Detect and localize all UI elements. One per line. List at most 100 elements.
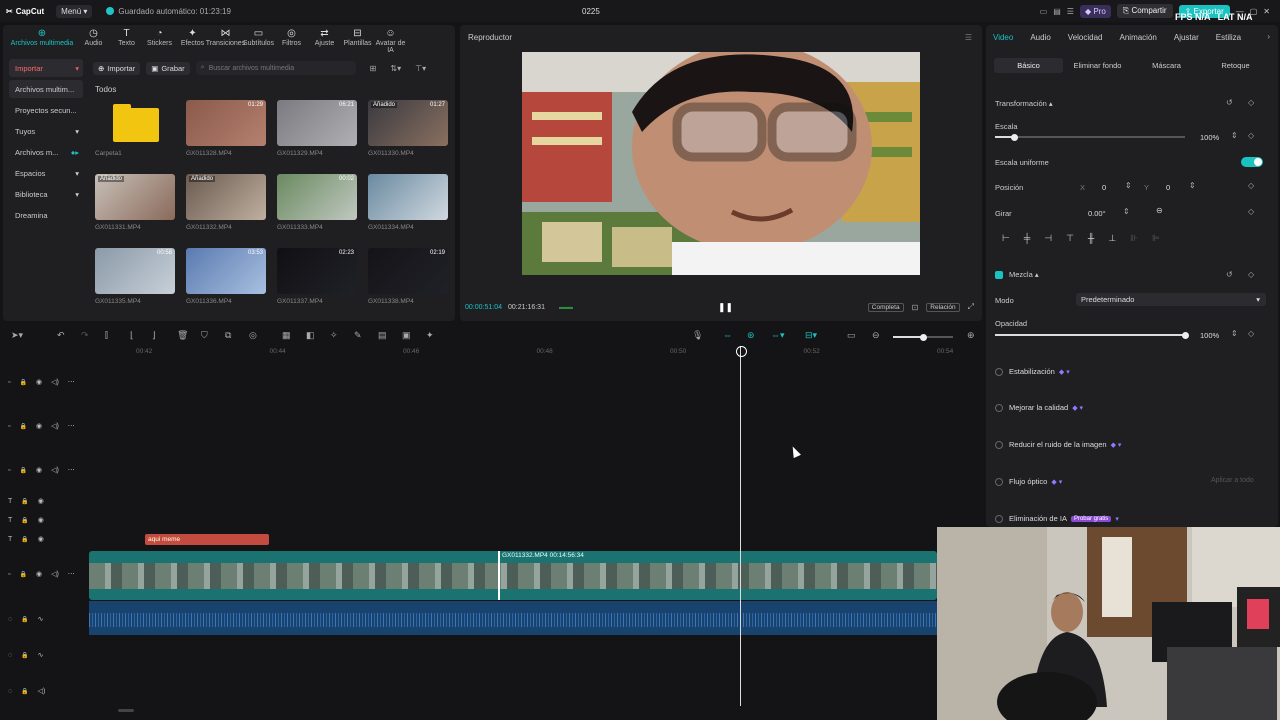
media-item[interactable]: 02:19 GX011338.MP4 <box>368 248 448 305</box>
share-button[interactable]: ⎘ Compartir <box>1116 4 1173 18</box>
more-icon[interactable]: ⋯ <box>68 570 75 578</box>
timeline-ruler[interactable]: 00:42 00:44 00:46 00:48 00:50 00:52 00:54 <box>88 346 985 358</box>
media-item[interactable]: Carpeta1 <box>95 100 175 157</box>
import-button[interactable]: ⊕ Importar <box>93 61 141 75</box>
link-icon[interactable]: ⇔ <box>723 330 732 340</box>
tool-text[interactable]: T Texto <box>110 28 143 54</box>
keyframe-icon[interactable]: ◇ <box>1248 131 1254 140</box>
nav-item-6[interactable]: Biblioteca ▾ <box>9 185 83 203</box>
props-subtab-2[interactable]: Máscara <box>1132 58 1201 73</box>
nav-item-0[interactable]: Importar ▾ <box>9 59 83 77</box>
close-icon[interactable]: ✕ <box>1263 7 1270 16</box>
lock-icon[interactable]: 🔒 <box>19 571 26 578</box>
track-type-icon[interactable]: ▫ <box>8 467 10 474</box>
tool-media[interactable]: ⊕ Archivos multimedia <box>7 28 77 54</box>
snap-icon[interactable]: ⊛ <box>747 330 755 341</box>
keyframe-icon[interactable]: ◇ <box>1248 329 1254 338</box>
full-quality-button[interactable]: Completa <box>867 302 904 312</box>
transform-section-title[interactable]: Transformación ▴ <box>995 99 1053 108</box>
sort-icon[interactable]: ⇅▾ <box>390 64 401 73</box>
opacity-slider[interactable] <box>995 331 1189 339</box>
tool-transitions[interactable]: ⋈ Transiciones <box>206 28 245 54</box>
more-icon[interactable]: ⋯ <box>68 466 75 474</box>
link2-icon[interactable]: ⇔▾ <box>771 330 785 341</box>
media-item[interactable]: 02:23 GX011337.MP4 <box>277 248 357 305</box>
thumbnail-icon[interactable]: ▭ <box>847 330 856 341</box>
eye-icon[interactable]: ◉ <box>36 422 42 430</box>
media-item[interactable]: GX011334.MP4 <box>368 174 448 231</box>
props-subtab-3[interactable]: Retoque <box>1201 58 1270 73</box>
props-tab-0[interactable]: Video <box>993 33 1013 42</box>
tool-subtitles[interactable]: ▭ Subtítulos <box>242 28 275 54</box>
fullscreen-icon[interactable]: ⤢ <box>968 302 974 312</box>
fit-icon[interactable]: ⊡ <box>912 303 919 312</box>
filter-icon[interactable]: ⊤▾ <box>415 64 426 73</box>
opacity-value[interactable]: 100% <box>1200 331 1219 340</box>
tool-audio[interactable]: ◷ Audio <box>77 28 110 54</box>
eye-icon[interactable]: ◉ <box>38 516 44 524</box>
trim-right-icon[interactable]: ⌋ <box>152 330 156 341</box>
scale-value[interactable]: 100% <box>1200 133 1219 142</box>
optical-flow-option[interactable]: Flujo óptico ◆ ▾ <box>995 477 1062 486</box>
stepper-icon[interactable]: ⇕ <box>1189 181 1196 190</box>
delete-icon[interactable]: 🗑 <box>177 330 188 341</box>
stabilization-checkbox[interactable] <box>995 367 1003 376</box>
apply-all-button[interactable]: Aplicar a todo <box>1211 477 1254 484</box>
ai-tool-icon[interactable]: ✦ <box>426 330 434 341</box>
nav-item-3[interactable]: Tuyos ▾ <box>9 122 83 140</box>
freeze-icon[interactable]: ▦ <box>282 330 291 341</box>
props-tab-2[interactable]: Velocidad <box>1068 33 1103 42</box>
enhance-checkbox[interactable] <box>995 403 1003 412</box>
player-menu-icon[interactable]: ☰ <box>965 33 972 42</box>
audio-wave-icon[interactable]: ∿ <box>38 651 44 659</box>
video-clip[interactable]: GX011332.MP4 00:14:56:34 <box>89 551 937 600</box>
audio-clip[interactable] <box>89 601 937 635</box>
eye-icon[interactable]: ◉ <box>36 378 42 386</box>
stabilization-option[interactable]: Estabilización ◆ ▾ <box>995 367 1070 376</box>
props-subtab-0[interactable]: Básico <box>994 57 1063 73</box>
nav-item-1[interactable]: Archivos multim... <box>9 80 83 98</box>
tool-adjust[interactable]: ⇄ Ajuste <box>308 28 341 54</box>
stepper-icon[interactable]: ⇕ <box>1123 207 1130 216</box>
lock-icon[interactable]: 🔒 <box>19 423 26 430</box>
crop-icon[interactable]: ⧉ <box>225 330 231 341</box>
speed-icon[interactable]: ◎ <box>249 330 257 341</box>
uniform-scale-toggle[interactable] <box>1241 157 1263 167</box>
rotate-dial-icon[interactable]: ⊖ <box>1156 206 1163 215</box>
audio-track-icon[interactable]: ◌ <box>8 688 12 695</box>
pos-y-input[interactable]: 0 <box>1166 183 1170 192</box>
camera-icon[interactable]: ▣ <box>402 330 411 341</box>
mode-select[interactable]: Predeterminado ▾ <box>1076 293 1266 306</box>
keyframe-icon[interactable]: ◇ <box>1248 98 1254 107</box>
zoom-in-icon[interactable]: ⊕ <box>967 330 975 341</box>
lock-icon[interactable]: 🔒 <box>21 517 28 524</box>
media-item[interactable]: Añadido GX011331.MP4 <box>95 174 175 231</box>
stepper-icon[interactable]: ⇕ <box>1231 131 1238 140</box>
pos-x-input[interactable]: 0 <box>1102 183 1106 192</box>
track-type-icon[interactable]: ▫ <box>8 379 10 386</box>
undo-icon[interactable]: ↶ <box>57 330 65 341</box>
reset-icon[interactable]: ↺ <box>1226 270 1233 279</box>
lock-icon[interactable]: 🔒 <box>21 616 28 623</box>
media-item[interactable]: 00:58 GX011335.MP4 <box>95 248 175 305</box>
lock-icon[interactable]: 🔒 <box>21 652 28 659</box>
ai-remove-option[interactable]: Eliminación de IA Probar gratis ▾ <box>995 514 1119 523</box>
media-item[interactable]: Añadido GX011332.MP4 <box>186 174 266 231</box>
text-track-icon[interactable]: T <box>8 517 12 524</box>
track-type-icon[interactable]: ▫ <box>8 423 10 430</box>
captions-icon[interactable]: ▤ <box>378 330 387 341</box>
tool-effects[interactable]: ✦ Efectos <box>176 28 209 54</box>
rotate-input[interactable]: 0.00° <box>1088 209 1106 218</box>
distribute-v-icon[interactable]: ⊫ <box>1152 233 1160 244</box>
track-type-icon[interactable]: ▫ <box>8 571 10 578</box>
enhance-option[interactable]: Mejorar la calidad ◆ ▾ <box>995 403 1083 412</box>
split-icon[interactable]: ⫿ <box>105 330 108 341</box>
denoise-checkbox[interactable] <box>995 440 1003 449</box>
nav-item-2[interactable]: Proyectos secun... <box>9 101 83 119</box>
media-item[interactable]: 06:21 GX011329.MP4 <box>277 100 357 157</box>
stepper-icon[interactable]: ⇕ <box>1231 329 1238 338</box>
optical-flow-checkbox[interactable] <box>995 477 1003 486</box>
align-middle-icon[interactable]: ╫ <box>1088 233 1094 244</box>
redo-icon[interactable]: ↷ <box>81 330 89 341</box>
distribute-h-icon[interactable]: ⊪ <box>1130 233 1138 244</box>
